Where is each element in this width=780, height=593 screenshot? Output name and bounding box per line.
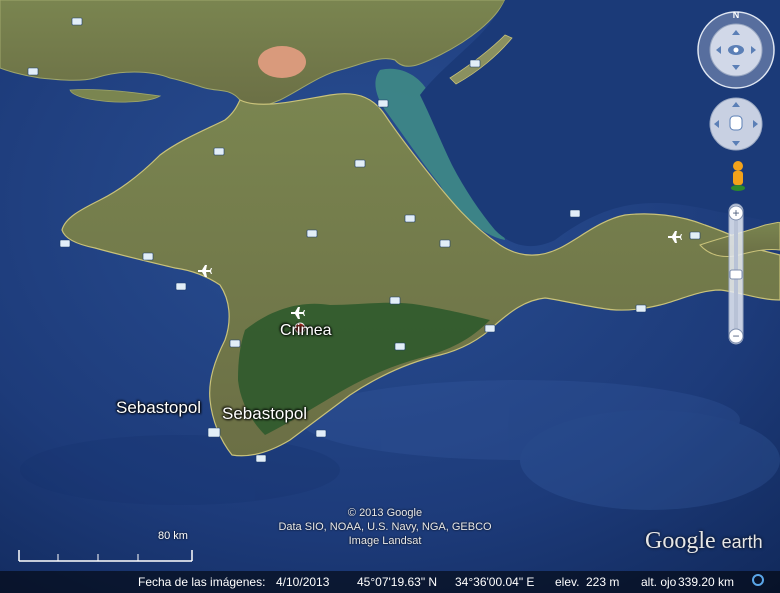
street-view-pegman-icon[interactable] xyxy=(731,161,745,191)
scale-bar xyxy=(18,550,193,562)
map-attribution: © 2013 Google Data SIO, NOAA, U.S. Navy,… xyxy=(260,506,510,548)
move-hand-icon[interactable] xyxy=(709,97,763,151)
attribution-copyright: © 2013 Google xyxy=(347,507,423,519)
zoom-in-label: + xyxy=(732,206,739,220)
status-bar: Fecha de las imágenes: 4/10/2013 45°07'1… xyxy=(0,571,780,593)
imagery-date: 4/10/2013 xyxy=(276,575,330,589)
zoom-slider-thumb[interactable] xyxy=(729,269,743,280)
navigation-controls: N + − xyxy=(696,6,780,366)
eye-altitude-label: alt. ojo xyxy=(641,575,677,589)
map-viewport[interactable]: Crimea Sebastopol Sebastopol N + − © 201… xyxy=(0,0,780,593)
salt-lake xyxy=(258,46,306,78)
scale-label: 80 km xyxy=(158,530,188,542)
look-joystick-icon[interactable]: N xyxy=(697,10,775,89)
zoom-slider[interactable]: + − xyxy=(728,203,744,345)
place-label-sebastopol: Sebastopol xyxy=(116,398,202,417)
elevation-readout: 223 m xyxy=(586,575,620,589)
streaming-status-icon xyxy=(752,574,764,586)
longitude-readout: 34°36'00.04" E xyxy=(455,575,535,589)
attribution-data-sources: Data SIO, NOAA, U.S. Navy, NGA, GEBCO xyxy=(278,521,492,533)
zoom-out-label: − xyxy=(732,329,739,343)
place-label-crimea: Crimea xyxy=(280,322,332,339)
attribution-imagery: Image Landsat xyxy=(348,535,422,547)
latitude-readout: 45°07'19.63" N xyxy=(357,575,438,589)
google-earth-logo: Google earth xyxy=(645,528,763,555)
satellite-map[interactable] xyxy=(0,0,780,593)
place-label-sebastopol-city: Sebastopol xyxy=(222,404,308,423)
scale-legend: 80 km xyxy=(18,530,193,570)
compass-north-label: N xyxy=(733,10,740,20)
brand-earth: earth xyxy=(721,532,763,552)
brand-google: Google xyxy=(645,528,716,554)
elevation-label: elev. xyxy=(555,575,580,589)
imagery-date-label: Fecha de las imágenes: xyxy=(138,575,266,589)
eye-altitude-readout: 339.20 km xyxy=(678,575,735,589)
